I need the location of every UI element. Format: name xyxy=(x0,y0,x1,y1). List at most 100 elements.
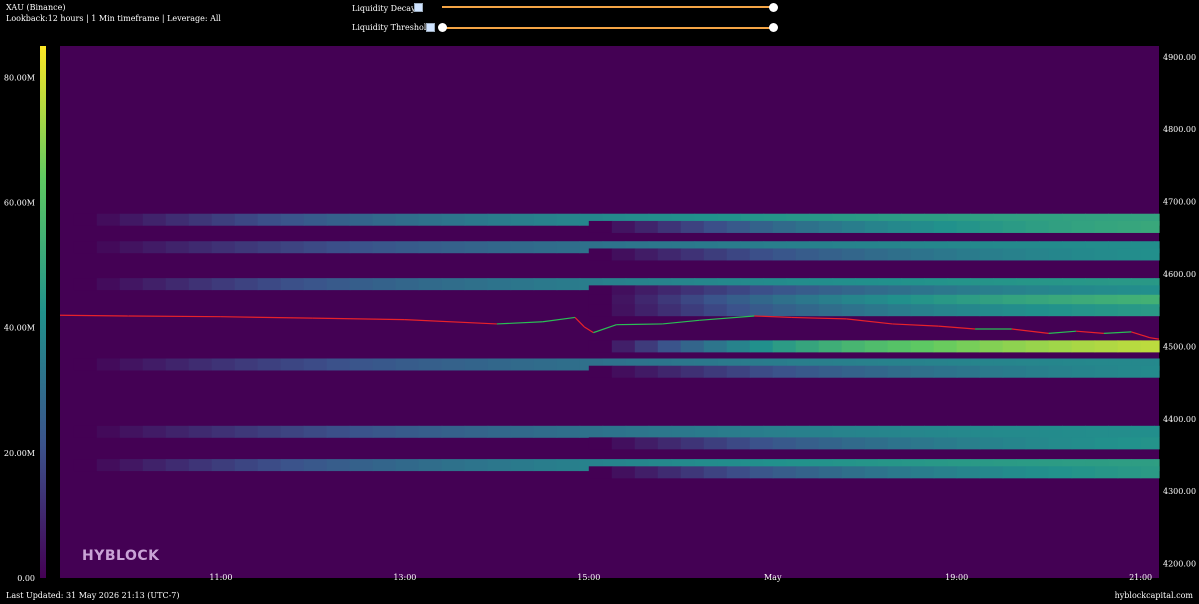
heatmap-cell xyxy=(1085,358,1110,371)
heatmap-cell xyxy=(349,213,374,226)
heatmap-cell xyxy=(1071,248,1096,261)
heatmap-cell xyxy=(119,213,144,226)
heatmap-cell xyxy=(924,459,949,472)
heatmap-cell xyxy=(1002,220,1027,233)
heatmap-cell xyxy=(993,425,1018,438)
liquidity-band xyxy=(73,241,1160,254)
heatmap-cell xyxy=(510,459,535,472)
heatmap-cell xyxy=(441,213,466,226)
heatmap-cell xyxy=(703,365,728,378)
heatmap-cell xyxy=(1108,425,1133,438)
liquidity-decay-slider[interactable] xyxy=(442,6,773,8)
heatmap-cell xyxy=(1002,304,1027,317)
heatmap-cell xyxy=(910,294,935,307)
heatmap-cell xyxy=(956,294,981,307)
heatmap-cell xyxy=(96,425,121,438)
heatmap-cell xyxy=(1071,437,1096,450)
heatmap-cell xyxy=(395,459,420,472)
heatmap-cell xyxy=(1108,213,1133,226)
heatmap-cell xyxy=(740,459,765,472)
heatmap-cell xyxy=(864,294,889,307)
heatmap-cell xyxy=(1140,220,1160,233)
liquidity-threshold-label: Liquidity Threshold xyxy=(352,23,432,32)
heatmap-cell xyxy=(602,459,627,472)
heatmap-cell xyxy=(556,241,581,254)
heatmap-cell xyxy=(901,213,926,226)
heatmap-cell xyxy=(1085,278,1110,291)
liquidity-threshold-slider[interactable] xyxy=(442,27,773,29)
heatmap-cell xyxy=(1025,340,1050,353)
heatmap-cell xyxy=(855,358,880,371)
heatmap-cell xyxy=(749,340,774,353)
heatmap-cell xyxy=(1117,466,1142,479)
heatmap-cell xyxy=(1002,437,1027,450)
heatmap-cell xyxy=(257,459,282,472)
heatmap-cell xyxy=(1131,241,1156,254)
heatmap-cell xyxy=(657,466,682,479)
heatmap-cell xyxy=(1025,304,1050,317)
site-link[interactable]: hyblockcapital.com xyxy=(1115,591,1193,600)
heatmap-cell xyxy=(1117,294,1142,307)
heatmap-cell xyxy=(119,425,144,438)
heatmap-cell xyxy=(579,358,604,371)
heatmap-cell xyxy=(349,358,374,371)
heatmap-cell xyxy=(533,358,558,371)
heatmap-cell xyxy=(579,425,604,438)
heatmap-cell xyxy=(740,213,765,226)
y-tick-label: 4700.00 xyxy=(1163,198,1196,207)
heatmap-cell xyxy=(464,278,489,291)
heatmap-cell xyxy=(910,466,935,479)
liquidity-band xyxy=(73,459,1160,472)
colorbar-tick-label: 0.00 xyxy=(17,574,35,583)
heatmap-cell xyxy=(979,248,1004,261)
liquidity-band xyxy=(588,340,1160,353)
liquidity-band xyxy=(588,220,1160,233)
heatmap-cell xyxy=(855,425,880,438)
heatmap-cell xyxy=(993,459,1018,472)
heatmap-cell xyxy=(864,466,889,479)
heatmap-cell xyxy=(280,278,305,291)
heatmap-cell xyxy=(726,248,751,261)
heatmap-cell xyxy=(901,241,926,254)
heatmap-cell xyxy=(947,425,972,438)
x-tick-label: 19:00 xyxy=(945,573,968,582)
heatmap-cell xyxy=(717,425,742,438)
x-tick-label: May xyxy=(764,573,782,582)
heatmap-cell xyxy=(763,459,788,472)
heatmap-cell xyxy=(924,278,949,291)
heatmap-cell xyxy=(1002,285,1027,298)
heatmap-cell xyxy=(611,437,636,450)
heatmap-cell xyxy=(588,365,613,378)
price-line-segment xyxy=(892,323,939,327)
heatmap-cell xyxy=(924,358,949,371)
heatmap-cell xyxy=(717,459,742,472)
heatmap-cell xyxy=(303,358,328,371)
liquidity-band xyxy=(73,213,1160,226)
heatmap-cell xyxy=(864,285,889,298)
liquidity-threshold-min-knob[interactable] xyxy=(437,23,447,32)
heatmap-cell xyxy=(1002,294,1027,307)
liquidity-decay-label: Liquidity Decay xyxy=(352,4,416,13)
liquidity-threshold-max-knob[interactable] xyxy=(768,23,778,32)
price-line-segment xyxy=(699,315,755,321)
heatmap-cell xyxy=(772,304,797,317)
heatmap-cell xyxy=(841,304,866,317)
heatmap-cell xyxy=(211,241,236,254)
heatmap-cell xyxy=(188,425,213,438)
heatmap-cell xyxy=(142,213,167,226)
liquidity-decay-knob[interactable] xyxy=(768,3,778,12)
heatmap-cell xyxy=(763,425,788,438)
heatmap-cell xyxy=(165,213,190,226)
heatmap-cell xyxy=(418,358,443,371)
colorbar-tick-label: 60.00M xyxy=(4,198,35,207)
heatmap-cell xyxy=(809,213,834,226)
heatmap-cell xyxy=(1094,285,1119,298)
heatmap-cell xyxy=(887,220,912,233)
heatmap-cell xyxy=(588,285,613,298)
heatmap-cell xyxy=(211,459,236,472)
heatmap-cell xyxy=(634,365,659,378)
heatmap-cell xyxy=(1140,466,1160,479)
heatmap-cell xyxy=(1039,425,1064,438)
heatmap-cell xyxy=(395,241,420,254)
heatmap-cell xyxy=(602,213,627,226)
